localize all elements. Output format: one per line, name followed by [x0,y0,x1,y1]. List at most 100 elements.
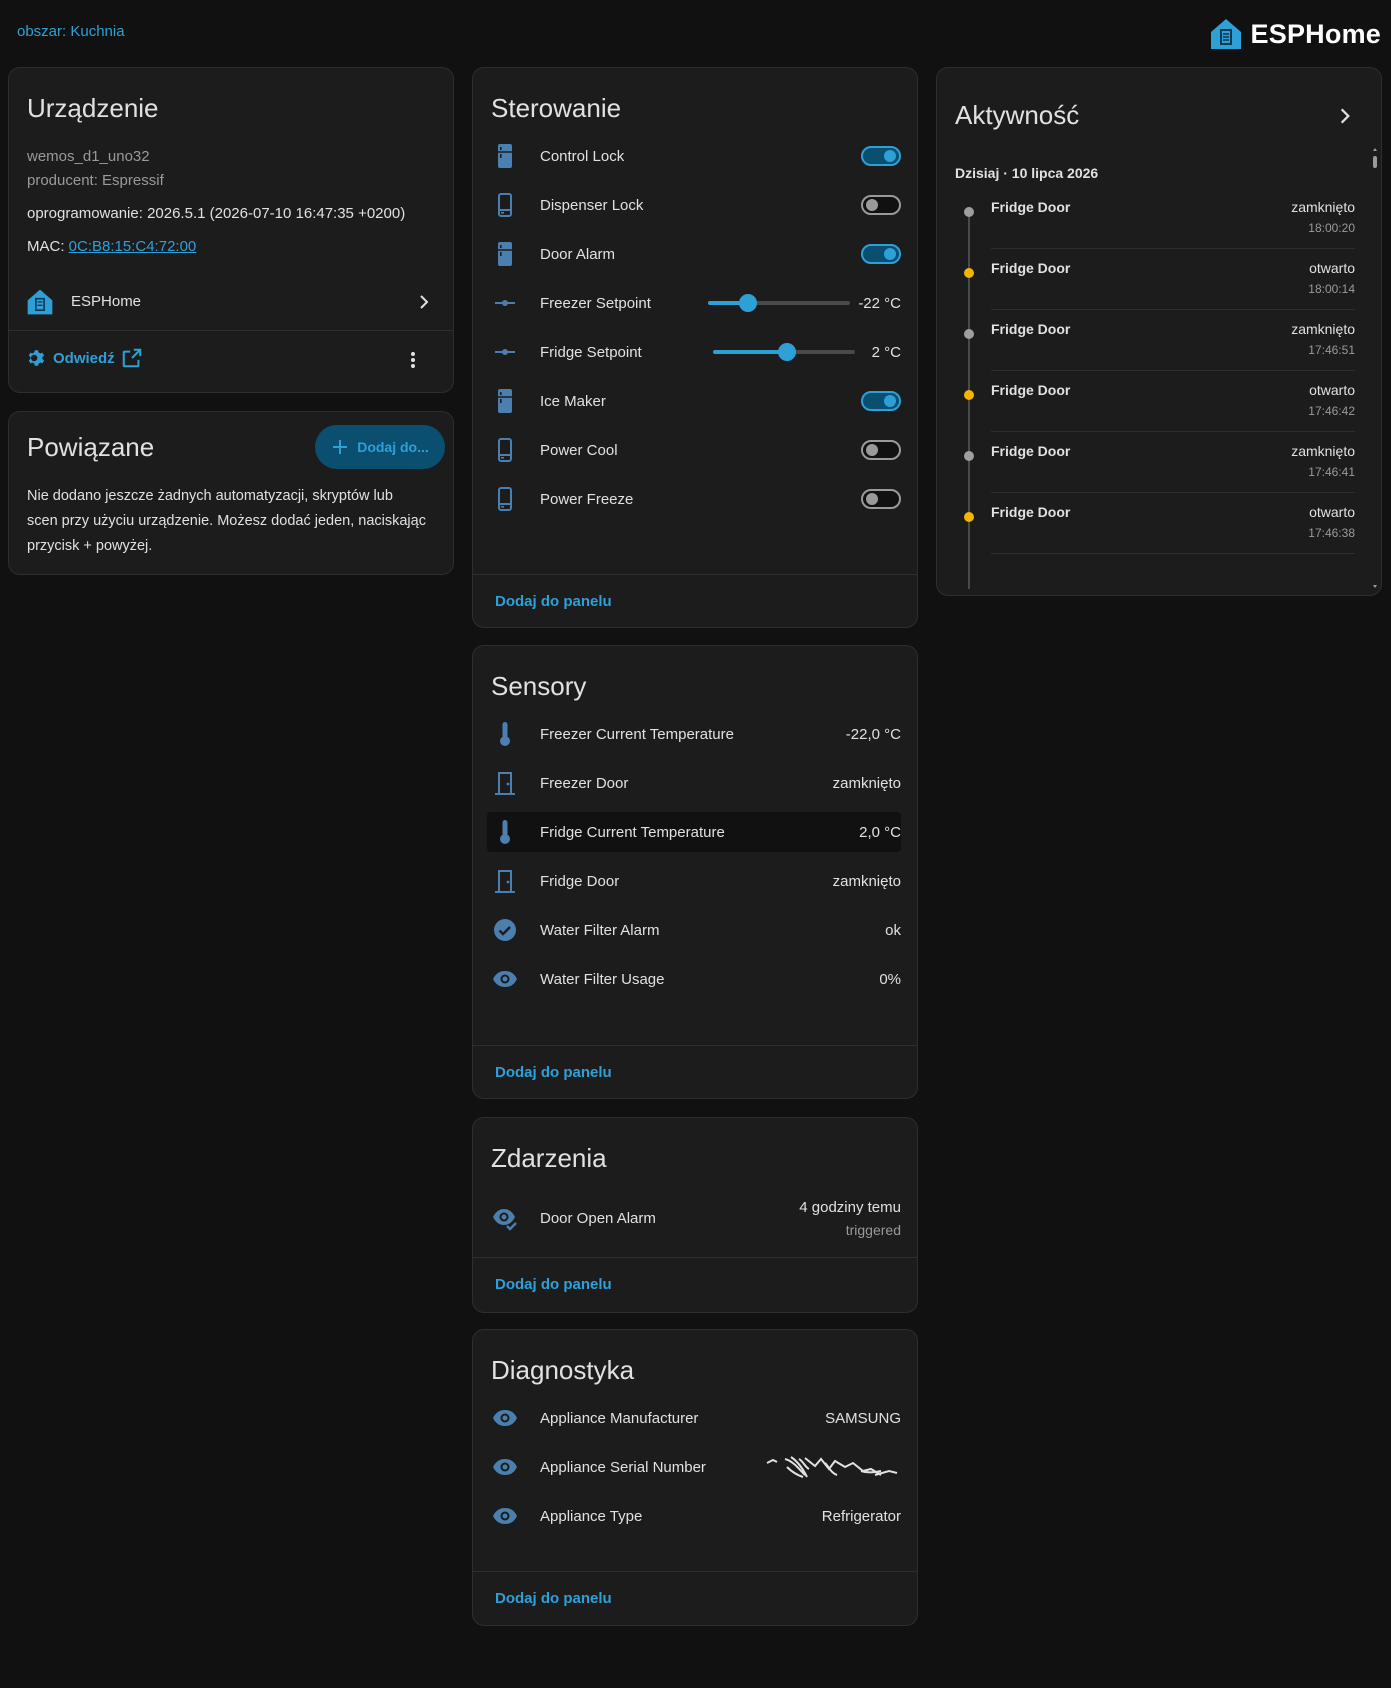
fridge-outline-icon [487,187,523,223]
events-card-divider [473,1257,917,1258]
chevron-right-icon [420,295,429,309]
activity-card: Aktywność Dzisiaj · 10 lipca 2026 Fridge… [936,67,1382,596]
diagnostic-row-appliance-serial-number[interactable]: Appliance Serial Number [487,1447,901,1487]
control-row-power-freeze[interactable]: Power Freeze [487,479,901,519]
brand: ESPHome [1209,16,1381,52]
door-alarm-toggle[interactable] [861,244,901,264]
activity-card-title: Aktywność [955,100,1080,130]
scroll-thumb[interactable] [1373,156,1377,168]
diagnostic-row-appliance-type[interactable]: Appliance Type Refrigerator [487,1496,901,1536]
activity-entity[interactable]: Fridge Door [991,199,1070,215]
events-card-title: Zdarzenia [491,1143,607,1173]
control-row-power-cool[interactable]: Power Cool [487,430,901,470]
activity-entry[interactable]: Fridge Door zamknięto 17:46:51 [937,321,1381,382]
ray-vertex-icon [487,285,523,321]
controls-card: Sterowanie Control Lock Dispenser Lock Doo… [472,67,918,628]
diagnostic-label: Appliance Serial Number [540,1458,706,1476]
control-row-control-lock[interactable]: Control Lock [487,136,901,176]
related-add-button[interactable]: Dodaj do... [315,425,445,469]
control-row-ice-maker[interactable]: Ice Maker [487,381,901,421]
activity-entity[interactable]: Fridge Door [991,504,1070,520]
control-row-dispenser-lock[interactable]: Dispenser Lock [487,185,901,225]
fridge-icon [487,138,523,174]
activity-entry[interactable]: Fridge Door zamknięto 17:46:41 [937,443,1381,504]
diagnostic-value: Refrigerator [821,1507,901,1525]
chevron-right-icon[interactable] [1335,106,1355,126]
event-row-door-open-alarm[interactable]: Door Open Alarm 4 godziny temu triggered [487,1193,901,1243]
device-mac-link[interactable]: 0C:B8:15:C4:72:00 [69,238,197,255]
gear-icon [28,350,45,366]
diagnostic-label: Appliance Manufacturer [540,1409,699,1427]
thermometer-icon [487,814,523,850]
open-in-new-icon [122,348,141,368]
ray-vertex-icon [487,334,523,370]
more-options-button[interactable] [403,350,423,370]
area-link[interactable]: obszar: Kuchnia [17,23,125,40]
device-model: wemos_d1_uno32 [27,148,150,165]
freezer-setpoint-slider[interactable] [708,294,851,312]
fridge-setpoint-slider[interactable] [713,343,855,361]
slider-thumb[interactable] [777,343,796,361]
activity-separator [991,248,1355,249]
activity-timeline: Fridge Door zamknięto 18:00:20 Fridge Door o… [937,199,1381,589]
activity-separator [991,431,1355,432]
activity-time: 17:46:51 [1308,343,1355,357]
event-subvalue: triggered [845,1221,901,1238]
visit-label: Odwiedź [53,349,115,367]
activity-entry[interactable]: Fridge Door otwarto 18:00:14 [937,260,1381,321]
activity-entity[interactable]: Fridge Door [991,443,1070,459]
activity-dot [964,329,974,339]
controls-add-to-panel-button[interactable]: Dodaj do panelu [495,593,612,610]
diagnostic-row-appliance-manufacturer[interactable]: Appliance Manufacturer SAMSUNG [487,1398,901,1438]
control-label: Dispenser Lock [540,196,644,214]
fridge-outline-icon [487,481,523,517]
control-row-fridge-setpoint[interactable]: Fridge Setpoint 2 °C [487,332,901,372]
sensor-row-water-filter-usage[interactable]: Water Filter Usage 0% [487,959,901,999]
event-label: Door Open Alarm [540,1209,656,1227]
esphome-logo-icon [1210,19,1241,49]
diagnostic-value: SAMSUNG [825,1409,901,1427]
eye-icon [487,961,523,997]
activity-entity[interactable]: Fridge Door [991,321,1070,337]
sensor-label: Fridge Door [540,872,620,890]
sensor-value: 0% [879,970,901,988]
events-add-to-panel-button[interactable]: Dodaj do panelu [495,1276,612,1293]
activity-dot [964,207,974,217]
activity-entity[interactable]: Fridge Door [991,260,1070,276]
sensors-add-to-panel-button[interactable]: Dodaj do panelu [495,1064,612,1081]
sensor-row-fridge-current-temperature[interactable]: Fridge Current Temperature 2,0 °C [487,812,901,852]
activity-entity[interactable]: Fridge Door [991,382,1070,398]
activity-entry[interactable]: Fridge Door otwarto 17:46:42 [937,382,1381,443]
diagnostics-add-to-panel-button[interactable]: Dodaj do panelu [495,1590,612,1607]
activity-time: 17:46:38 [1308,526,1355,540]
eye-icon [487,1449,523,1485]
integration-row[interactable]: ESPHome [9,280,453,324]
control-row-door-alarm[interactable]: Door Alarm [487,234,901,274]
fridge-outline-icon [487,432,523,468]
power-cool-toggle[interactable] [861,440,901,460]
slider-thumb[interactable] [739,294,758,312]
dispenser-lock-toggle[interactable] [861,195,901,215]
control-label: Ice Maker [540,392,606,410]
sensor-row-fridge-door[interactable]: Fridge Door zamknięto [487,861,901,901]
related-add-label: Dodaj do... [357,439,429,455]
sensor-value: ok [885,921,901,939]
activity-entry[interactable]: Fridge Door otwarto 17:46:38 [937,504,1381,565]
activity-time: 18:00:20 [1308,221,1355,235]
toggle-knob [884,150,896,162]
sensors-card-divider [473,1045,917,1046]
sensor-row-freezer-door[interactable]: Freezer Door zamknięto [487,763,901,803]
door-closed-icon [487,765,523,801]
visit-button[interactable]: Odwiedź [25,347,143,369]
sensor-row-freezer-current-temperature[interactable]: Freezer Current Temperature -22,0 °C [487,714,901,754]
sensor-row-water-filter-alarm[interactable]: Water Filter Alarm ok [487,910,901,950]
scroll-up-arrow[interactable] [1373,148,1377,151]
power-freeze-toggle[interactable] [861,489,901,509]
ice-maker-toggle[interactable] [861,391,901,411]
sensor-value: zamknięto [832,774,901,792]
control-lock-toggle[interactable] [861,146,901,166]
control-row-freezer-setpoint[interactable]: Freezer Setpoint -22 °C [487,283,901,323]
activity-entry[interactable]: Fridge Door zamknięto 18:00:20 [937,199,1381,260]
activity-time: 18:00:14 [1308,282,1355,296]
activity-state: otwarto [1309,260,1355,276]
